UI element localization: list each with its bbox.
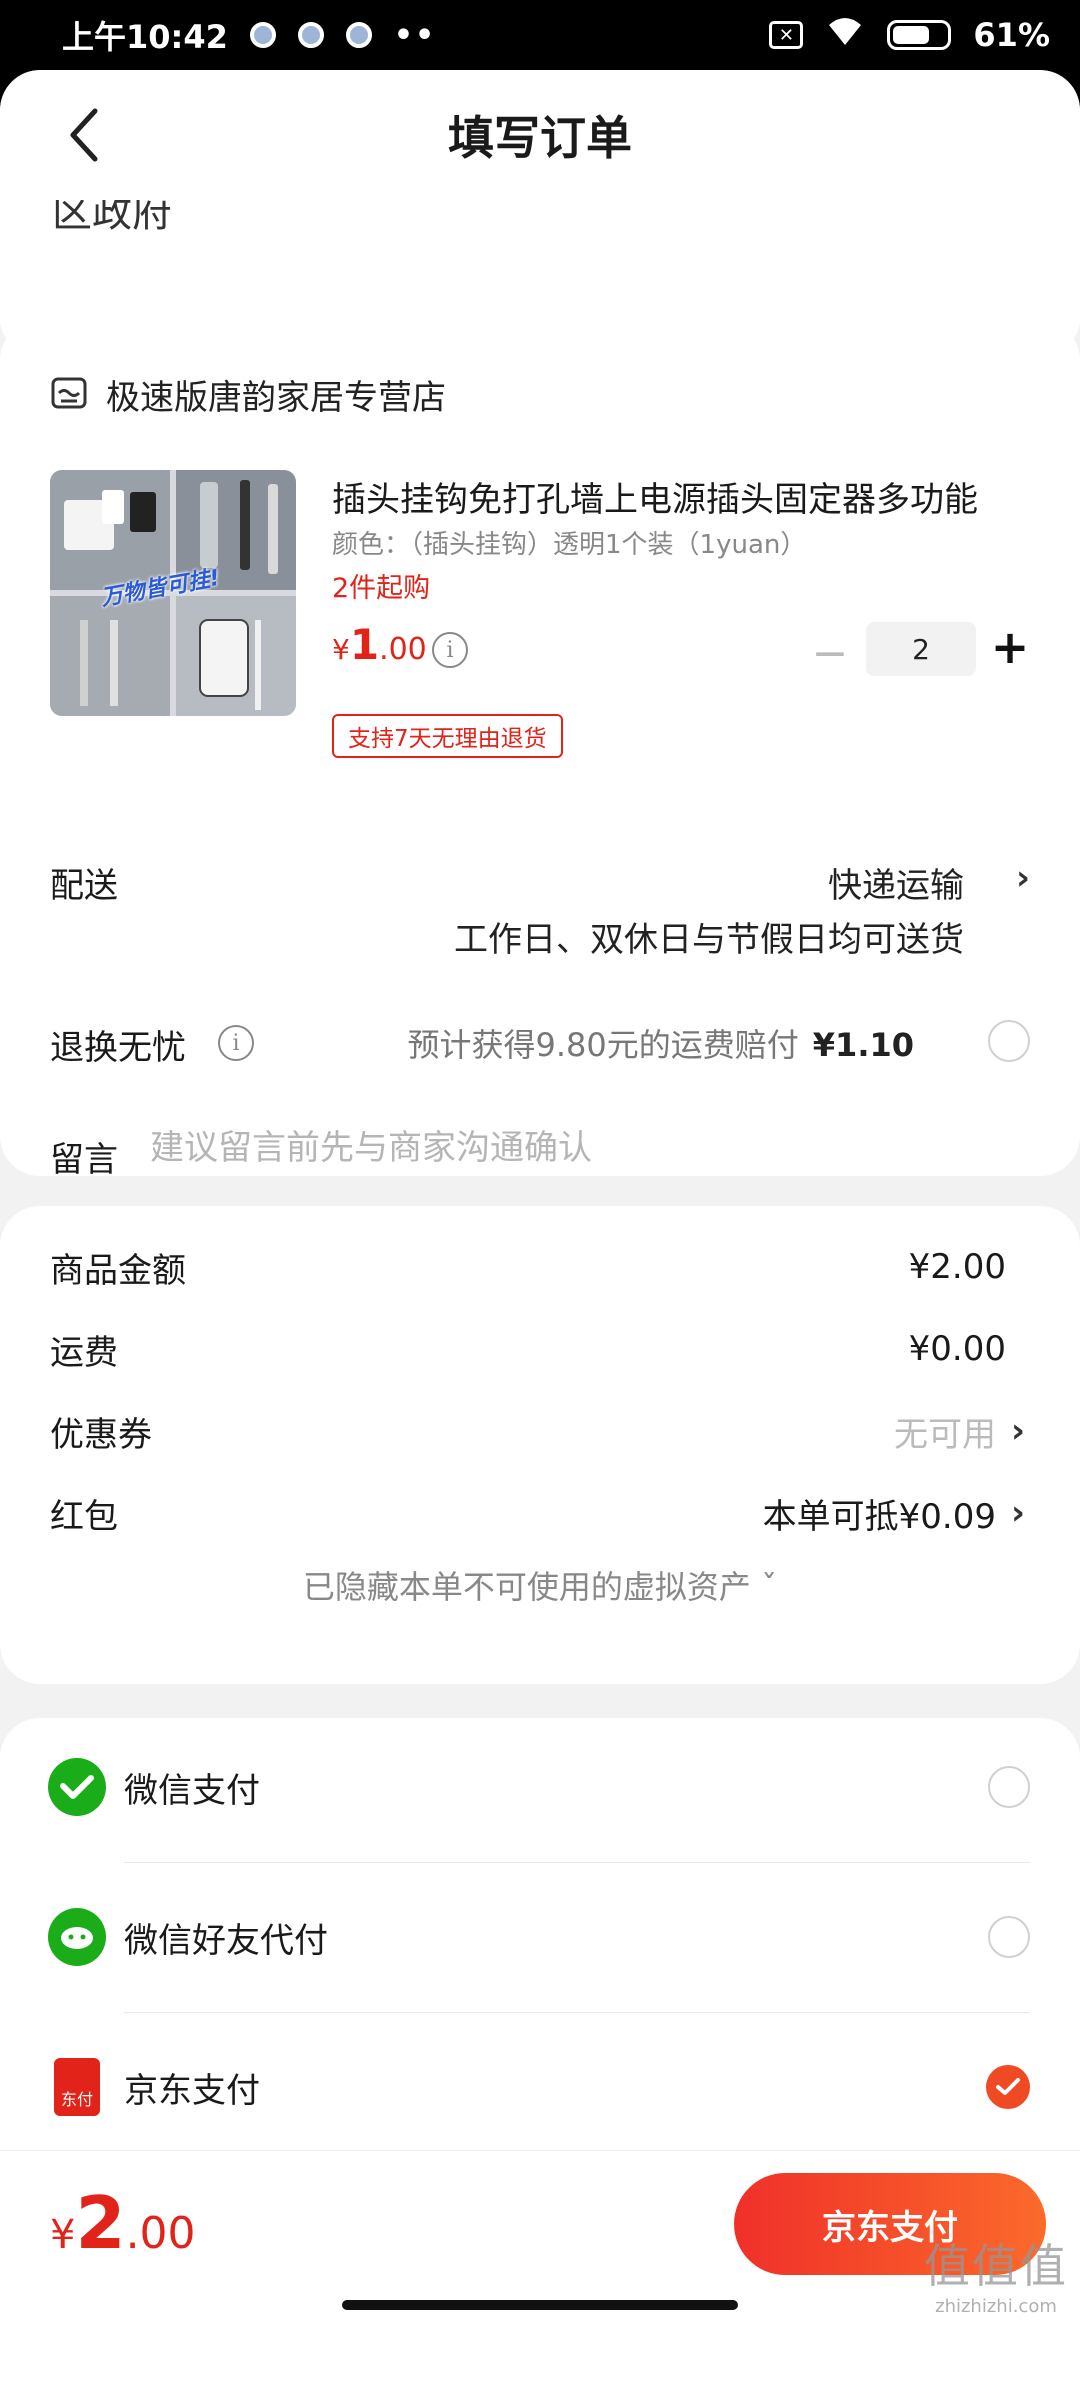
notification-icon — [249, 22, 276, 48]
watermark: 值值值 zhizhizhi.com — [924, 2230, 1068, 2317]
price-symbol: ¥ — [332, 633, 350, 666]
quantity-decrease-button[interactable]: − — [810, 628, 850, 679]
shipping-fee-value: ¥0.00 — [908, 1329, 1006, 1369]
checkmark-icon — [996, 2078, 1020, 2095]
chevron-left-icon — [70, 108, 98, 162]
total-integer: 2 — [75, 2181, 126, 2265]
payment-option-label: 微信好友代付 — [124, 1920, 328, 1961]
red-packet-label: 红包 — [50, 1496, 118, 1537]
product-spec: 颜色：（插头挂钩）透明1个装（1yuan） — [332, 530, 807, 560]
shop-header[interactable]: 极速版唐韵家居专营店 — [50, 370, 446, 419]
min-purchase-label: 2件起购 — [332, 573, 431, 604]
divider — [124, 1862, 1030, 1863]
notification-icon — [345, 22, 372, 48]
coupon-row[interactable]: 优惠券 无可用 › — [50, 1406, 1030, 1456]
payment-option-label: 京东支付 — [124, 2070, 260, 2111]
message-label: 留言 — [50, 1140, 118, 1180]
payment-option-label: 微信支付 — [124, 1770, 260, 1811]
product-price: ¥ 1 .00 — [332, 620, 427, 669]
exchange-info-icon[interactable]: i — [218, 1025, 254, 1061]
exchange-price: ¥1.10 — [812, 1026, 914, 1064]
chevron-right-icon: › — [1010, 1493, 1025, 1533]
exchange-service-desc: 预计获得9.80元的运费赔付 ¥1.10 — [408, 1020, 914, 1066]
total-symbol: ¥ — [50, 2212, 76, 2258]
divider — [124, 2012, 1030, 2013]
delivery-label: 配送 — [50, 866, 118, 906]
exchange-desc-text: 预计获得9.80元的运费赔付 — [407, 1026, 799, 1064]
message-input[interactable] — [150, 1128, 1010, 1168]
product-image[interactable]: 万物皆可挂! — [50, 470, 296, 716]
return-policy-badge: 支持7天无理由退货 — [332, 714, 563, 758]
home-indicator[interactable] — [342, 2300, 738, 2310]
coupon-value: 无可用 — [894, 1414, 996, 1455]
page-title: 填写订单 — [448, 111, 632, 165]
store-icon — [50, 374, 88, 416]
status-bar: 上午10:42 •• ✕ 61% — [0, 0, 1080, 70]
address-text: 区政府 — [52, 200, 172, 236]
order-summary-card: 商品金额 ¥2.00 运费 ¥0.00 优惠券 无可用 › 红包 本单可抵¥0.… — [0, 1206, 1080, 1684]
shipping-fee-label: 运费 — [50, 1332, 118, 1373]
quantity-increase-button[interactable]: + — [990, 620, 1030, 674]
goods-amount-label: 商品金额 — [50, 1250, 186, 1291]
chevron-right-icon: › — [1010, 1411, 1025, 1451]
more-notifications-icon: •• — [393, 17, 437, 53]
battery-level: 61% — [973, 16, 1050, 54]
notification-icon — [297, 22, 324, 48]
wechat-pay-icon — [48, 1758, 106, 1816]
payment-radio-checked[interactable] — [986, 2065, 1030, 2109]
goods-amount-row: 商品金额 ¥2.00 — [50, 1242, 1030, 1292]
payment-option-wechat-friend[interactable]: 微信好友代付 — [0, 1868, 1080, 2006]
product-title[interactable]: 插头挂钩免打孔墙上电源插头固定器多功能 — [332, 472, 1032, 521]
payment-option-wechat[interactable]: 微信支付 — [0, 1718, 1080, 1856]
red-packet-row[interactable]: 红包 本单可抵¥0.09 › — [50, 1488, 1030, 1538]
jd-pay-icon-text: 东付 — [60, 2090, 93, 2109]
total-price: ¥ 2 .00 — [50, 2181, 196, 2265]
watermark-logo: 值值值 — [924, 2239, 1068, 2293]
coupon-label: 优惠券 — [50, 1414, 152, 1455]
battery-icon — [887, 20, 952, 50]
hidden-assets-toggle[interactable]: 已隐藏本单不可使用的虚拟资产 ˇ — [0, 1562, 1080, 1608]
chevron-right-icon[interactable]: › — [1016, 858, 1030, 898]
goods-amount-value: ¥2.00 — [908, 1247, 1006, 1287]
watermark-url: zhizhizhi.com — [935, 2296, 1057, 2317]
payment-method-card: 微信支付 微信好友代付 东付 京东支付 — [0, 1718, 1080, 2204]
wechat-friend-pay-icon — [48, 1908, 106, 1966]
delivery-method[interactable]: 快递运输 — [828, 858, 964, 907]
payment-radio[interactable] — [988, 1766, 1030, 1808]
exchange-service-radio[interactable] — [988, 1020, 1030, 1062]
quantity-field[interactable]: 2 — [866, 622, 976, 676]
exchange-service-label: 退换无忧 — [50, 1028, 186, 1068]
status-time: 上午10:42 — [62, 18, 228, 56]
page-header: 填写订单 — [0, 70, 1080, 200]
sim-off-icon: ✕ — [769, 21, 804, 49]
order-page: 填写订单 区政府 极速版唐韵家居专营店 万物皆可挂! 插头挂钩免打孔墙上电源插头… — [0, 70, 1080, 2400]
price-integer: 1 — [349, 620, 380, 669]
payment-option-jd[interactable]: 东付 京东支付 — [0, 2018, 1080, 2156]
price-info-icon[interactable]: i — [432, 632, 468, 668]
shop-name: 极速版唐韵家居专营店 — [106, 378, 446, 418]
back-button[interactable] — [50, 100, 120, 170]
payment-radio[interactable] — [988, 1916, 1030, 1958]
jd-pay-icon: 东付 — [54, 2058, 100, 2116]
red-packet-value: 本单可抵¥0.09 — [762, 1496, 996, 1537]
price-decimal: .00 — [379, 632, 427, 667]
wifi-icon — [825, 15, 865, 55]
delivery-note: 工作日、双休日与节假日均可送货 — [454, 920, 964, 960]
shop-card: 极速版唐韵家居专营店 万物皆可挂! 插头挂钩免打孔墙上电源插头固定器多功能 颜色… — [0, 320, 1080, 1180]
shipping-fee-row: 运费 ¥0.00 — [50, 1324, 1030, 1374]
total-decimal: .00 — [125, 2208, 196, 2259]
